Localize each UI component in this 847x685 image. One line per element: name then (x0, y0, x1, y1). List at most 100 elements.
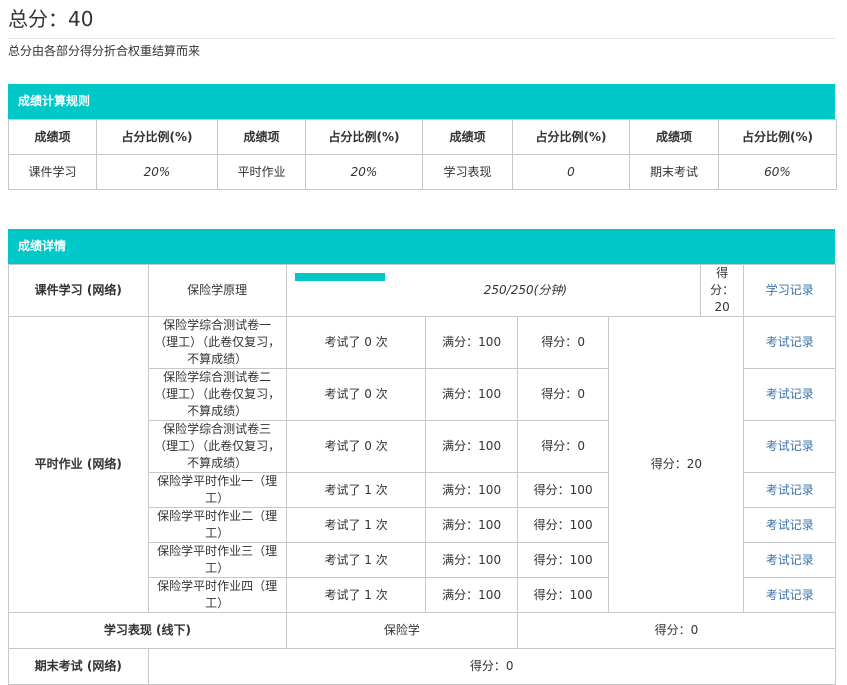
score-value: 100 (569, 552, 593, 567)
page-subtitle: 总分由各部分得分折合权重结算而来 (8, 44, 201, 58)
full-score-value: 100 (478, 387, 502, 401)
study-record-cell: 学习记录 (743, 264, 836, 317)
homework-name: 保险学平时作业四（理工） (147, 577, 287, 613)
rules-ratio-header: 占分比例(%) (96, 119, 218, 155)
exam-record-link[interactable]: 考试记录 (766, 518, 814, 532)
course-progress-fill (294, 273, 385, 281)
course-name: 保险学原理 (147, 264, 287, 317)
score-label: 得分： (533, 552, 570, 567)
homework-name: 保险学综合测试卷三（理工）（此卷仅复习，不算成绩） (147, 420, 287, 473)
exam-record-link[interactable]: 考试记录 (766, 387, 814, 401)
score-value: 0 (577, 387, 585, 401)
score-label: 得分： (541, 335, 578, 349)
rules-item-header: 成绩项 (422, 119, 513, 155)
homework-name: 保险学综合测试卷一（理工）（此卷仅复习，不算成绩） (147, 316, 287, 369)
homework-full-score: 满分：100 (425, 577, 518, 613)
homework-full-score: 满分：100 (425, 542, 518, 578)
rule-item-name: 平时作业 (217, 154, 306, 190)
total-score-label: 总分： (8, 7, 68, 31)
exam-record-cell: 考试记录 (743, 577, 836, 613)
page-title: 总分：40 (8, 6, 93, 32)
homework-score: 得分：0 (516, 316, 610, 369)
performance-row: 学习表现 (线下) 保险学 得分：0 (8, 612, 837, 649)
details-table: 课件学习 (网络) 保险学原理 250/250(分钟) 得分：20 学习记录 平… (8, 264, 837, 685)
full-score-label: 满分： (442, 387, 479, 401)
score-value: 100 (569, 587, 593, 602)
rules-value-row: 课件学习 20% 平时作业 20% 学习表现 0 期末考试 60% (8, 154, 837, 190)
homework-label: 平时作业 (网络) (8, 316, 149, 613)
full-score-label: 满分： (442, 517, 479, 532)
final-exam-row: 期末考试 (网络) 得分：0 (8, 648, 836, 685)
full-score-value: 100 (478, 552, 502, 567)
exam-record-cell: 考试记录 (743, 542, 836, 578)
exam-record-link[interactable]: 考试记录 (766, 335, 814, 349)
performance-course-name: 保险学 (285, 612, 518, 649)
homework-row: 平时作业 (网络) 保险学综合测试卷一（理工）（此卷仅复习，不算成绩） 考试了 … (8, 316, 836, 613)
homework-name: 保险学综合测试卷二（理工）（此卷仅复习，不算成绩） (147, 368, 287, 421)
score-value: 0 (577, 439, 585, 453)
homework-name: 保险学平时作业三（理工） (147, 542, 287, 578)
exam-record-link[interactable]: 考试记录 (766, 588, 814, 602)
course-progress-bar (294, 273, 385, 281)
exam-record-cell: 考试记录 (743, 316, 836, 369)
homework-attempts: 考试了 1 次 (285, 472, 427, 508)
rules-item-header: 成绩项 (629, 119, 719, 155)
performance-label: 学习表现 (线下) (8, 612, 287, 649)
rule-item-ratio: 20% (96, 154, 218, 190)
homework-full-score: 满分：100 (425, 420, 518, 473)
homework-attempts: 考试了 1 次 (285, 542, 427, 578)
homework-attempts: 考试了 0 次 (285, 316, 427, 369)
details-section-header: 成绩详情 (8, 229, 835, 264)
full-score-value: 100 (478, 439, 502, 453)
rule-item-name: 期末考试 (629, 154, 719, 190)
rule-item-ratio: 0 (512, 154, 630, 190)
full-score-label: 满分： (442, 439, 479, 453)
total-score-value: 40 (68, 7, 94, 31)
title-divider (8, 38, 836, 39)
course-study-label: 课件学习 (网络) (8, 264, 149, 317)
study-record-link[interactable]: 学习记录 (766, 283, 814, 297)
homework-full-score: 满分：100 (425, 472, 518, 508)
course-progress: 250/250(分钟) (285, 264, 701, 317)
full-score-label: 满分： (442, 482, 479, 497)
score-label: 得分： (541, 387, 578, 401)
homework-score: 得分：100 (516, 542, 610, 578)
full-score-label: 满分： (442, 587, 479, 602)
rules-ratio-header: 占分比例(%) (305, 119, 423, 155)
homework-total-score: 得分：20 (608, 316, 745, 613)
exam-record-cell: 考试记录 (743, 507, 836, 543)
exam-record-cell: 考试记录 (743, 368, 836, 421)
homework-score: 得分：100 (516, 507, 610, 543)
rules-header-row: 成绩项 占分比例(%) 成绩项 占分比例(%) 成绩项 占分比例(%) 成绩项 … (8, 119, 837, 155)
exam-record-link[interactable]: 考试记录 (766, 439, 814, 453)
performance-score: 得分：0 (516, 612, 837, 649)
course-progress-text: 250/250(分钟) (483, 283, 567, 297)
score-label: 得分： (533, 517, 570, 532)
homework-full-score: 满分：100 (425, 316, 518, 369)
homework-full-score: 满分：100 (425, 507, 518, 543)
full-score-value: 100 (478, 482, 502, 497)
score-label: 得分： (533, 482, 570, 497)
rules-item-header: 成绩项 (217, 119, 306, 155)
exam-record-link[interactable]: 考试记录 (766, 553, 814, 567)
full-score-label: 满分： (442, 552, 479, 567)
score-value: 0 (577, 335, 585, 349)
rule-item-name: 课件学习 (8, 154, 97, 190)
rules-ratio-header: 占分比例(%) (718, 119, 837, 155)
full-score-value: 100 (478, 517, 502, 532)
homework-attempts: 考试了 1 次 (285, 577, 427, 613)
homework-score: 得分：0 (516, 368, 610, 421)
homework-score: 得分：100 (516, 577, 610, 613)
homework-score: 得分：0 (516, 420, 610, 473)
score-value: 100 (569, 517, 593, 532)
rules-item-header: 成绩项 (8, 119, 97, 155)
rule-item-name: 学习表现 (422, 154, 513, 190)
rules-ratio-header: 占分比例(%) (512, 119, 630, 155)
homework-name: 保险学平时作业一（理工） (147, 472, 287, 508)
rule-item-ratio: 60% (718, 154, 837, 190)
final-exam-label: 期末考试 (网络) (8, 648, 149, 685)
exam-record-cell: 考试记录 (743, 472, 836, 508)
exam-record-link[interactable]: 考试记录 (766, 483, 814, 497)
homework-score: 得分：100 (516, 472, 610, 508)
exam-record-cell: 考试记录 (743, 420, 836, 473)
